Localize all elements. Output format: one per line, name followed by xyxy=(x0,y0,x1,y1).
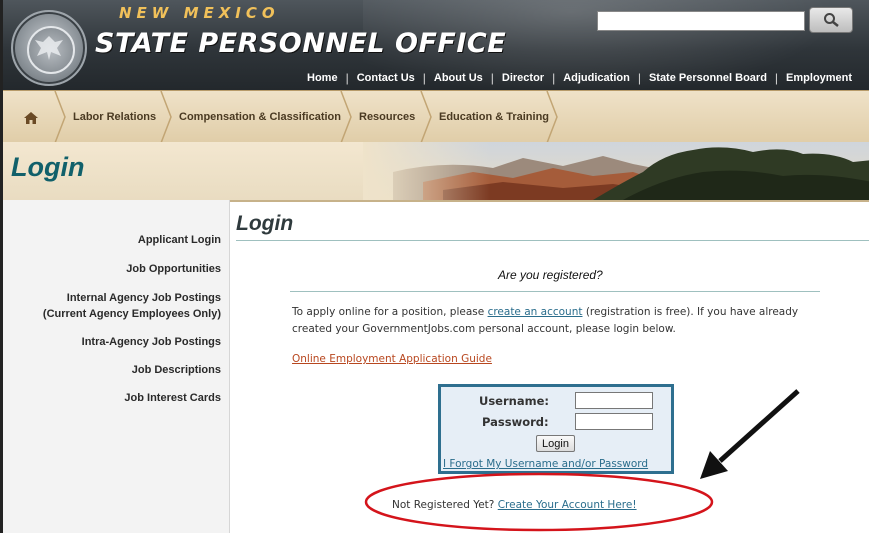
site-header: NEW MEXICO STATE PERSONNEL OFFICE Home | … xyxy=(3,0,869,90)
application-guide-link[interactable]: Online Employment Application Guide xyxy=(292,353,492,365)
forgot-credentials-link[interactable]: I Forgot My Username and/or Password xyxy=(443,458,648,470)
nav-contact-us[interactable]: Contact Us xyxy=(349,72,423,84)
top-nav: Home | Contact Us | About Us | Director | Ad… xyxy=(299,70,860,86)
password-label: Password: xyxy=(482,415,549,429)
username-label: Username: xyxy=(479,394,549,408)
login-form: Username: Password: Login I Forgot My Us… xyxy=(438,384,674,474)
sidebar-item-internal-postings-line1: Internal Agency Job Postings xyxy=(66,292,221,304)
main-content: Login Are you registered? To apply onlin… xyxy=(230,200,869,533)
canyon-landscape-image xyxy=(363,142,869,200)
nav-home[interactable]: Home xyxy=(299,72,346,84)
search-icon xyxy=(824,13,839,27)
nav-about-us[interactable]: About Us xyxy=(426,72,491,84)
nav-adjudication[interactable]: Adjudication xyxy=(555,72,638,84)
home-icon[interactable] xyxy=(23,111,39,125)
nav-compensation-label: Compensation & Classification xyxy=(179,111,341,123)
brand-office-name[interactable]: STATE PERSONNEL OFFICE xyxy=(95,28,506,59)
search-button[interactable] xyxy=(809,7,853,33)
nav-director[interactable]: Director xyxy=(494,72,552,84)
nav-resources-label: Resources xyxy=(359,111,416,123)
nav-compensation-classification[interactable]: Compensation & Classification xyxy=(179,91,341,143)
sidebar: Applicant Login Job Opportunities Intern… xyxy=(3,200,230,533)
sidebar-item-internal-postings-line2: (Current Agency Employees Only) xyxy=(42,308,221,320)
login-button[interactable]: Login xyxy=(536,435,575,452)
create-account-link[interactable]: create an account xyxy=(488,306,583,318)
title-divider xyxy=(236,240,869,241)
nav-employment[interactable]: Employment xyxy=(778,72,860,84)
secondary-nav: Labor Relations Compensation & Classific… xyxy=(3,90,869,144)
page-title: Login xyxy=(236,212,294,235)
nav-education-label: Education & Training xyxy=(439,111,550,123)
question-divider xyxy=(290,291,820,292)
banner-title: Login xyxy=(11,152,85,182)
registered-question: Are you registered? xyxy=(498,268,603,282)
brand-state-name: NEW MEXICO xyxy=(119,4,280,22)
sidebar-item-applicant-login[interactable]: Applicant Login xyxy=(138,233,221,248)
search-input[interactable] xyxy=(597,11,805,31)
sidebar-item-job-descriptions[interactable]: Job Descriptions xyxy=(132,363,221,378)
create-your-account-link[interactable]: Create Your Account Here! xyxy=(498,499,637,511)
username-field[interactable] xyxy=(575,392,653,409)
not-registered-text: Not Registered Yet? Create Your Account … xyxy=(392,499,637,511)
sidebar-item-job-opportunities[interactable]: Job Opportunities xyxy=(126,262,221,277)
nav-labor-relations-label: Labor Relations xyxy=(73,111,157,123)
state-seal-icon[interactable] xyxy=(11,10,87,86)
instructions-pre: To apply online for a position, please xyxy=(292,306,488,318)
instructions-text: To apply online for a position, please c… xyxy=(292,304,822,338)
password-field[interactable] xyxy=(575,413,653,430)
nav-state-personnel-board[interactable]: State Personnel Board xyxy=(641,72,775,84)
nav-labor-relations[interactable]: Labor Relations xyxy=(73,91,156,143)
page-banner: Login xyxy=(3,142,869,202)
not-registered-label: Not Registered Yet? xyxy=(392,499,495,511)
nav-resources[interactable]: Resources xyxy=(359,91,415,143)
sidebar-item-job-interest-cards[interactable]: Job Interest Cards xyxy=(124,391,221,406)
sidebar-item-intra-agency[interactable]: Intra-Agency Job Postings xyxy=(82,335,221,350)
nav-education-training[interactable]: Education & Training xyxy=(439,91,549,143)
